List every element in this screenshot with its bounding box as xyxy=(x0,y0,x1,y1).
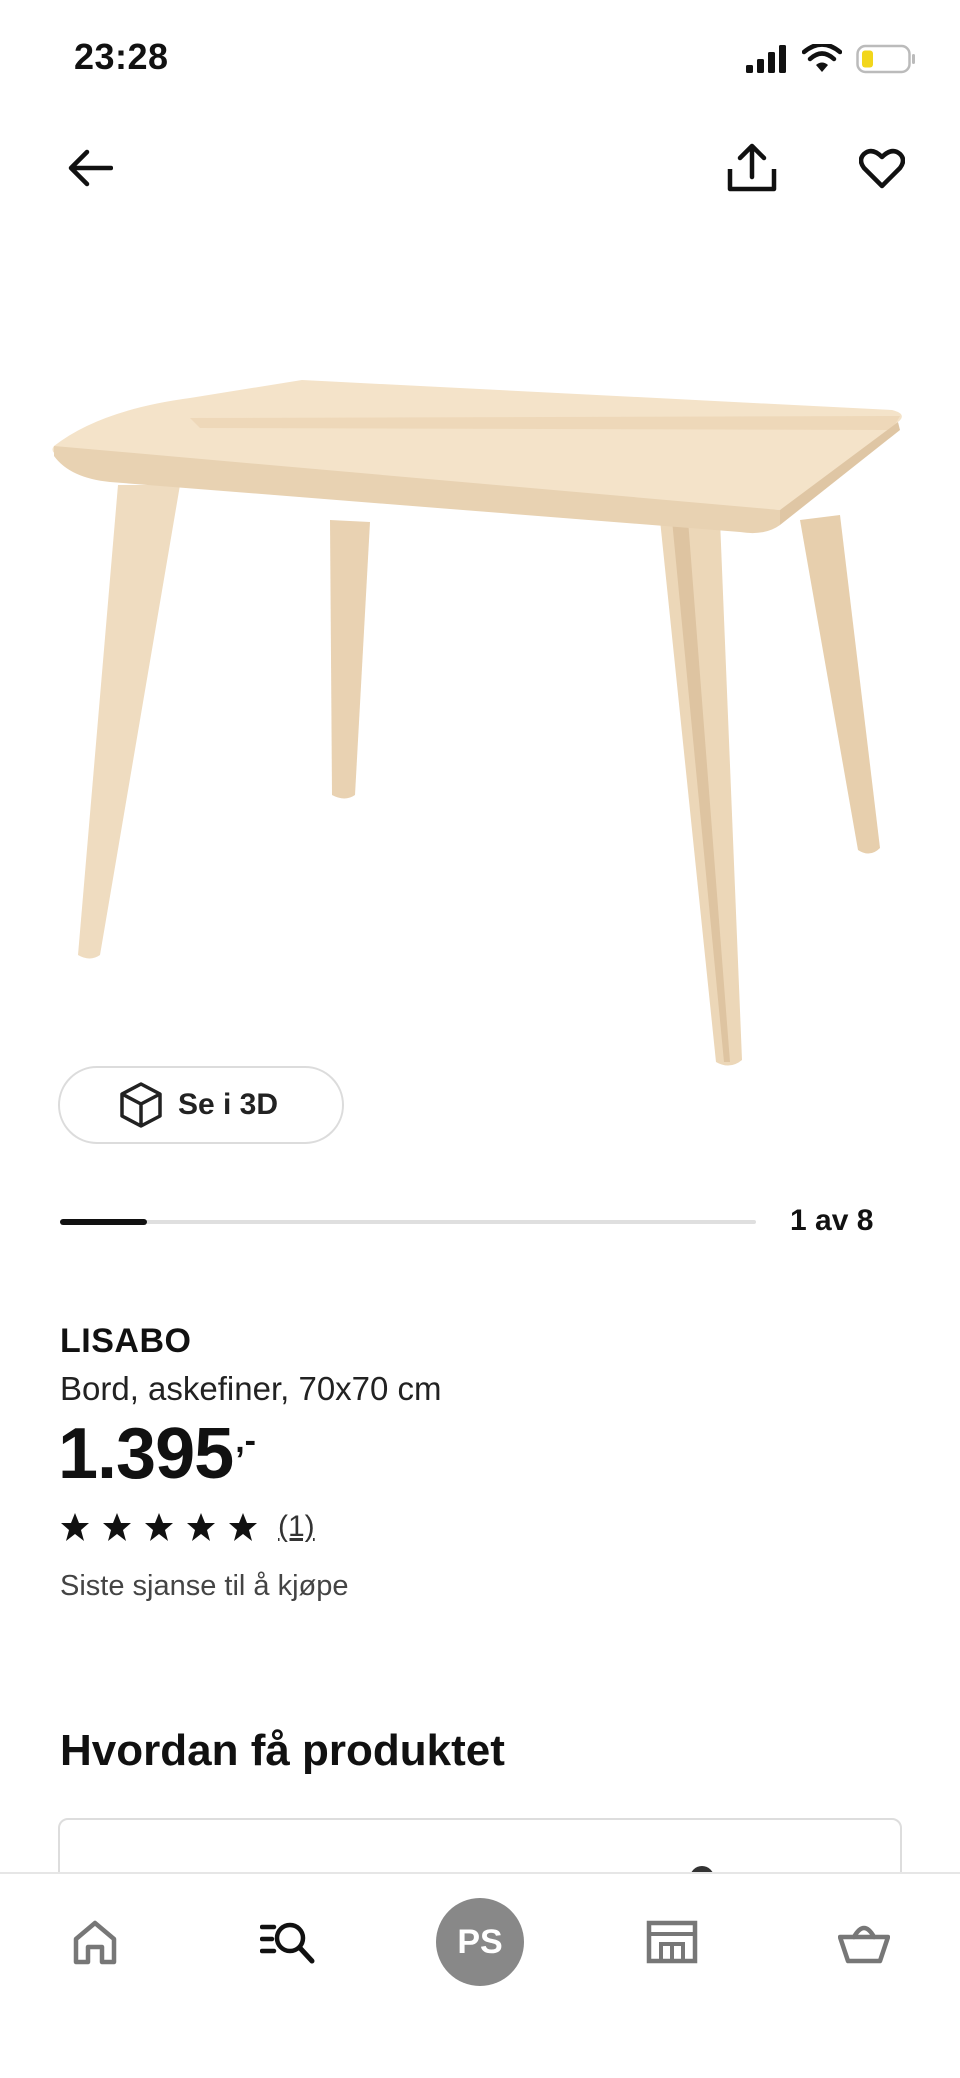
back-button[interactable] xyxy=(50,128,130,208)
signal-icon xyxy=(746,45,786,73)
favorite-button[interactable] xyxy=(842,128,922,208)
wifi-icon xyxy=(802,44,842,72)
home-icon xyxy=(73,1920,117,1965)
gallery-progress-fill xyxy=(60,1219,147,1225)
price-suffix: ,- xyxy=(235,1422,256,1460)
profile-avatar: PS xyxy=(436,1898,524,1986)
status-icons xyxy=(746,44,916,74)
rating-stars xyxy=(60,1512,258,1542)
product-description: Bord, askefiner, 70x70 cm xyxy=(60,1370,442,1407)
nav-cart[interactable] xyxy=(814,1892,914,1992)
rating[interactable]: (1) xyxy=(60,1510,315,1544)
bottom-navigation: PS xyxy=(0,1872,960,2078)
share-icon xyxy=(727,143,777,192)
star-icon xyxy=(229,1513,257,1541)
cube-icon xyxy=(120,1082,162,1128)
product-name: LISABO xyxy=(60,1322,192,1360)
search-icon xyxy=(260,1922,315,1964)
section-title: Hvordan få produktet xyxy=(60,1726,505,1775)
nav-search[interactable] xyxy=(238,1892,338,1992)
nav-home[interactable] xyxy=(45,1892,145,1992)
gallery-progress xyxy=(60,1219,756,1225)
star-icon xyxy=(145,1513,173,1541)
store-icon xyxy=(646,1920,698,1964)
status-time: 23:28 xyxy=(74,36,169,77)
product-image[interactable] xyxy=(40,350,920,1080)
price-amount: 1.395 xyxy=(58,1414,234,1494)
view-3d-button[interactable]: Se i 3D xyxy=(58,1066,344,1144)
product-price: 1.395 ,- xyxy=(58,1418,256,1490)
cart-icon xyxy=(838,1925,890,1964)
share-button[interactable] xyxy=(712,128,792,208)
star-icon xyxy=(61,1513,89,1541)
review-count-link[interactable]: (1) xyxy=(278,1510,315,1544)
availability-text: Siste sjanse til å kjøpe xyxy=(60,1570,349,1602)
nav-profile[interactable]: PS xyxy=(430,1892,530,1992)
star-icon xyxy=(187,1513,215,1541)
heart-icon xyxy=(859,148,905,189)
view-3d-label: Se i 3D xyxy=(177,1088,279,1121)
star-icon xyxy=(103,1513,131,1541)
arrow-left-icon xyxy=(68,149,113,187)
battery-icon xyxy=(856,44,915,74)
nav-stores[interactable] xyxy=(622,1892,722,1992)
gallery-counter: 1 av 8 xyxy=(790,1204,874,1237)
